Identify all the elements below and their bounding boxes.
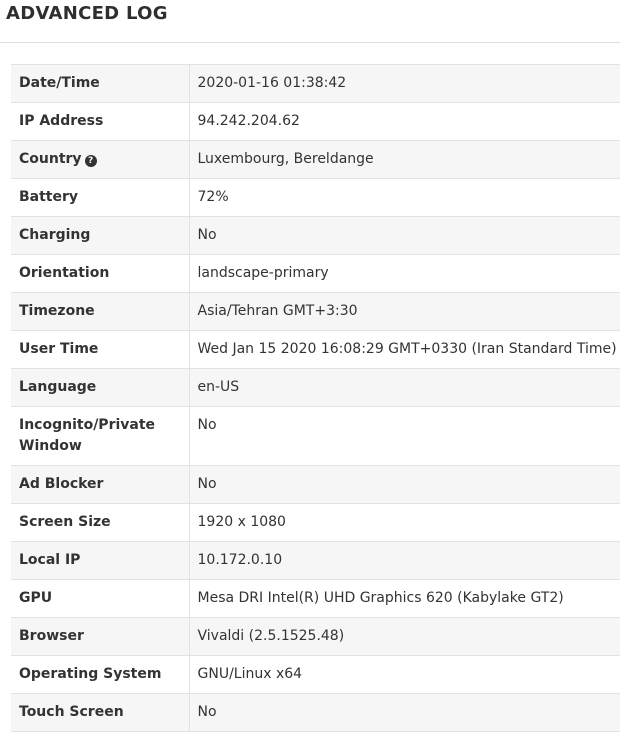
row-label: Battery: [11, 178, 190, 217]
row-value: No: [189, 406, 620, 466]
table-row: Local IP 10.172.0.10: [11, 541, 620, 580]
table-row: Date/Time 2020-01-16 01:38:42: [11, 64, 620, 103]
row-value: Mesa DRI Intel(R) UHD Graphics 620 (Kaby…: [189, 579, 620, 618]
table-row: Timezone Asia/Tehran GMT+3:30: [11, 292, 620, 331]
row-label: IP Address: [11, 102, 190, 141]
page-title: ADVANCED LOG: [6, 3, 168, 24]
row-label: Ad Blocker: [11, 465, 190, 504]
row-value: Asia/Tehran GMT+3:30: [189, 292, 620, 331]
table-row: Language en-US: [11, 368, 620, 407]
row-value: 94.242.204.62: [189, 102, 620, 141]
row-label: Charging: [11, 216, 190, 255]
row-label: Touch Screen: [11, 693, 190, 732]
row-value: 1920 x 1080: [189, 503, 620, 542]
table-row: Ad Blocker No: [11, 465, 620, 504]
row-value: Luxembourg, Bereldange: [189, 140, 620, 179]
table-row: Browser Vivaldi (2.5.1525.48): [11, 617, 620, 656]
table-row: Charging No: [11, 216, 620, 255]
table-row: Operating System GNU/Linux x64: [11, 655, 620, 694]
table-row: User Time Wed Jan 15 2020 16:08:29 GMT+0…: [11, 330, 620, 369]
table-row: Battery 72%: [11, 178, 620, 217]
row-value: No: [189, 465, 620, 504]
row-label: Screen Size: [11, 503, 190, 542]
table-row: Incognito/Private Window No: [11, 406, 620, 466]
question-circle-icon[interactable]: ?: [84, 155, 97, 167]
row-label: Operating System: [11, 655, 190, 694]
country-label-text: Country: [19, 151, 82, 167]
row-value: Vivaldi (2.5.1525.48): [189, 617, 620, 656]
advanced-log-page: ADVANCED LOG Date/Time 2020-01-16 01:38:…: [0, 0, 620, 740]
table-row: Orientation landscape-primary: [11, 254, 620, 293]
row-value: landscape-primary: [189, 254, 620, 293]
row-value: en-US: [189, 368, 620, 407]
row-label: Browser: [11, 617, 190, 656]
row-label: Local IP: [11, 541, 190, 580]
table-row: IP Address 94.242.204.62: [11, 102, 620, 141]
row-label: Timezone: [11, 292, 190, 331]
row-value: No: [189, 216, 620, 255]
row-label: Date/Time: [11, 64, 190, 103]
row-value: 2020-01-16 01:38:42: [189, 64, 620, 103]
table-row: Country? Luxembourg, Bereldange: [11, 140, 620, 179]
row-label-country: Country?: [11, 140, 190, 179]
row-value: 72%: [189, 178, 620, 217]
header: ADVANCED LOG: [0, 0, 620, 43]
row-value: Wed Jan 15 2020 16:08:29 GMT+0330 (Iran …: [189, 330, 620, 369]
row-value: No: [189, 693, 620, 732]
row-label: Orientation: [11, 254, 190, 293]
row-label: Language: [11, 368, 190, 407]
table-row: Screen Size 1920 x 1080: [11, 503, 620, 542]
row-label: User Time: [11, 330, 190, 369]
row-label: GPU: [11, 579, 190, 618]
row-value: GNU/Linux x64: [189, 655, 620, 694]
table-row: Touch Screen No: [11, 693, 620, 732]
row-label: Incognito/Private Window: [11, 406, 190, 466]
table-row: GPU Mesa DRI Intel(R) UHD Graphics 620 (…: [11, 579, 620, 618]
log-table: Date/Time 2020-01-16 01:38:42 IP Address…: [11, 64, 620, 732]
row-value: 10.172.0.10: [189, 541, 620, 580]
